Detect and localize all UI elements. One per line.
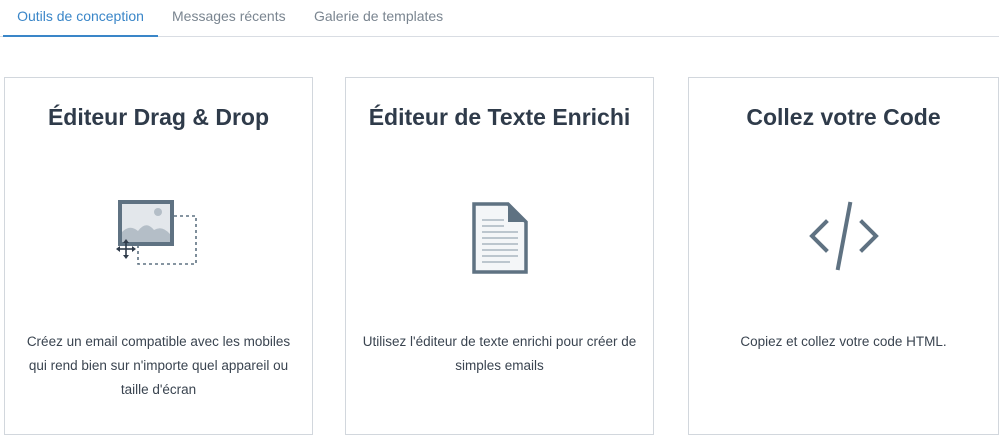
document-icon: [346, 198, 653, 278]
tab-outils-de-conception[interactable]: Outils de conception: [3, 0, 158, 37]
tab-messages-recents[interactable]: Messages récents: [172, 0, 286, 37]
rich-text-editor-card[interactable]: Éditeur de Texte Enrichi Utilisez l'édit…: [345, 77, 654, 435]
code-icon: [689, 198, 998, 278]
card-title: Collez votre Code: [746, 104, 941, 130]
card-description: Créez un email compatible avec les mobil…: [26, 334, 291, 397]
tab-galerie-de-templates[interactable]: Galerie de templates: [314, 0, 443, 37]
drag-drop-editor-card[interactable]: Éditeur Drag & Drop Créez un email compa…: [4, 77, 313, 435]
card-title: Éditeur de Texte Enrichi: [368, 104, 631, 130]
card-description: Copiez et collez votre code HTML.: [740, 334, 947, 349]
paste-code-card[interactable]: Collez votre Code Copiez et collez votre…: [688, 77, 999, 435]
tab-bar: Outils de conception Messages récents Ga…: [0, 0, 999, 37]
drag-drop-image-icon: [5, 198, 312, 278]
card-description: Utilisez l'éditeur de texte enrichi pour…: [362, 334, 637, 373]
card-title: Éditeur Drag & Drop: [47, 104, 270, 130]
